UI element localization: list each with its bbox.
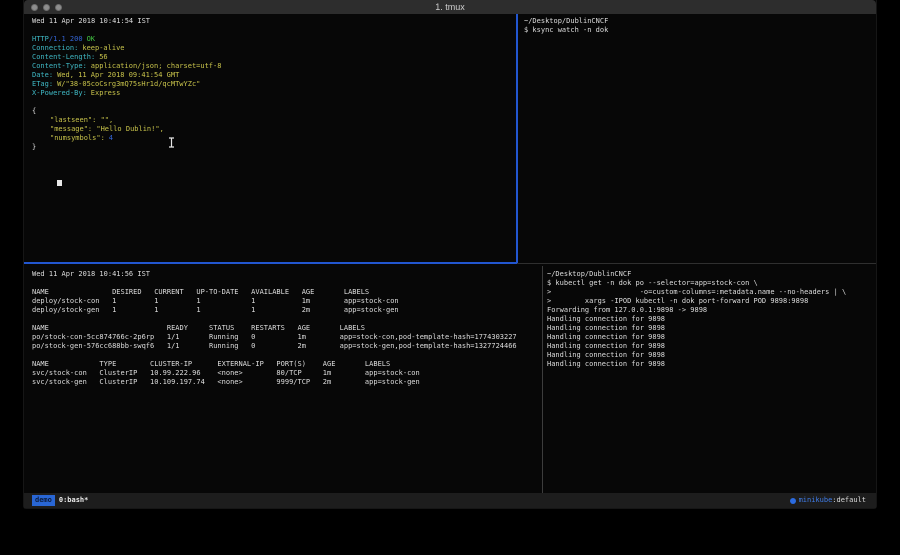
table-row: deploy/stock-gen 1 1 1 1 2m app=stock-ge… [32,306,548,315]
json-numsymbols-line: "numsymbols":4 [32,134,522,143]
handling-connection-line: Handling connection for 9898 [547,351,877,360]
terminal-cursor [57,180,62,186]
table-row: svc/stock-gen ClusterIP 10.109.197.74 <n… [32,378,548,387]
kubernetes-wheel-icon [790,498,796,504]
service-table-header: NAME TYPE CLUSTER-IP EXTERNAL-IP PORT(S)… [32,360,548,369]
json-message-line: "message": "Hello Dublin!", [32,125,522,134]
deploy-table-header: NAME DESIRED CURRENT UP-TO-DATE AVAILABL… [32,288,548,297]
pane-divider-horizontal[interactable] [517,263,876,264]
table-row: svc/stock-con ClusterIP 10.99.222.96 <no… [32,369,548,378]
terminal-window: 1. tmux Wed 11 Apr 2018 10:41:54 IST HTT… [24,0,876,508]
http-status-ok: OK [87,35,95,43]
http-header-line: Connection:keep-alive [32,44,522,53]
handling-connection-line: Handling connection for 9898 [547,315,877,324]
window-title-bar[interactable]: 1. tmux [24,0,876,15]
http-header-line: Content-Type:application/json; charset=u… [32,62,522,71]
kubectl-command-line: $ kubectl get -n dok po --selector=app=s… [547,279,877,288]
http-proto: HTTP [32,35,49,43]
tmux-terminal: Wed 11 Apr 2018 10:41:54 IST HTTP/1.1 20… [24,14,876,493]
status-right: minikube :default [790,493,876,508]
active-pane-divider-vertical[interactable] [516,14,518,263]
json-close-brace: } [32,143,522,152]
timestamp-line: Wed 11 Apr 2018 10:41:54 IST [32,17,522,26]
cwd-line: ~/Desktop/DublinCNCF [547,270,877,279]
pane-divider-vertical[interactable] [542,266,543,493]
http-version-code: /1.1 200 [49,35,83,43]
table-row: deploy/stock-con 1 1 1 1 1m app=stock-co… [32,297,548,306]
http-header-line: Date:Wed, 11 Apr 2018 09:41:54 GMT [32,71,522,80]
forwarding-line: Forwarding from 127.0.0.1:9898 -> 9898 [547,306,877,315]
http-header-line: X-Powered-By:Express [32,89,522,98]
tmux-session-name: demo [32,495,55,506]
ksync-command-line: $ ksync watch -n dok [524,26,878,35]
kube-namespace-label: :default [832,493,866,508]
active-pane-divider-horizontal[interactable] [24,262,517,264]
http-status-line: HTTP/1.1 200 OK [32,35,522,44]
table-row: po/stock-con-5cc874766c-2p6rp 1/1 Runnin… [32,333,548,342]
json-open-brace: { [32,107,522,116]
pane-kubectl-get[interactable]: Wed 11 Apr 2018 10:41:56 IST NAME DESIRE… [24,266,548,496]
http-header-line: Content-Length:56 [32,53,522,62]
pane-port-forward[interactable]: ~/Desktop/DublinCNCF $ kubectl get -n do… [544,266,877,496]
command-continuation-line: > -o=custom-columns=:metadata.name --no-… [547,288,877,297]
json-lastseen-line: "lastseen": "", [32,116,522,125]
window-title: 1. tmux [24,1,876,13]
kube-context-label: minikube [799,493,833,508]
cwd-line: ~/Desktop/DublinCNCF [524,17,878,26]
pane-http-response[interactable]: Wed 11 Apr 2018 10:41:54 IST HTTP/1.1 20… [24,14,522,263]
table-row: po/stock-gen-576cc688bb-swqf6 1/1 Runnin… [32,342,548,351]
command-continuation-line: > xargs -IPOD kubectl -n dok port-forwar… [547,297,877,306]
handling-connection-line: Handling connection for 9898 [547,342,877,351]
pane-ksync[interactable]: ~/Desktop/DublinCNCF $ ksync watch -n do… [520,14,878,263]
screen: 1. tmux Wed 11 Apr 2018 10:41:54 IST HTT… [0,0,900,555]
handling-connection-line: Handling connection for 9898 [547,324,877,333]
pod-table-header: NAME READY STATUS RESTARTS AGE LABELS [32,324,548,333]
handling-connection-line: Handling connection for 9898 [547,333,877,342]
timestamp-line: Wed 11 Apr 2018 10:41:56 IST [32,270,548,279]
http-header-line: ETag:W/"38-05coCsrg3mQ75sHr1d/qcMTwYZc" [32,80,522,89]
status-left: demo 0:bash* [24,493,88,508]
handling-connection-line: Handling connection for 9898 [547,360,877,369]
tmux-status-bar: demo 0:bash* minikube :default [24,493,876,508]
tmux-window-label[interactable]: 0:bash* [59,493,89,508]
